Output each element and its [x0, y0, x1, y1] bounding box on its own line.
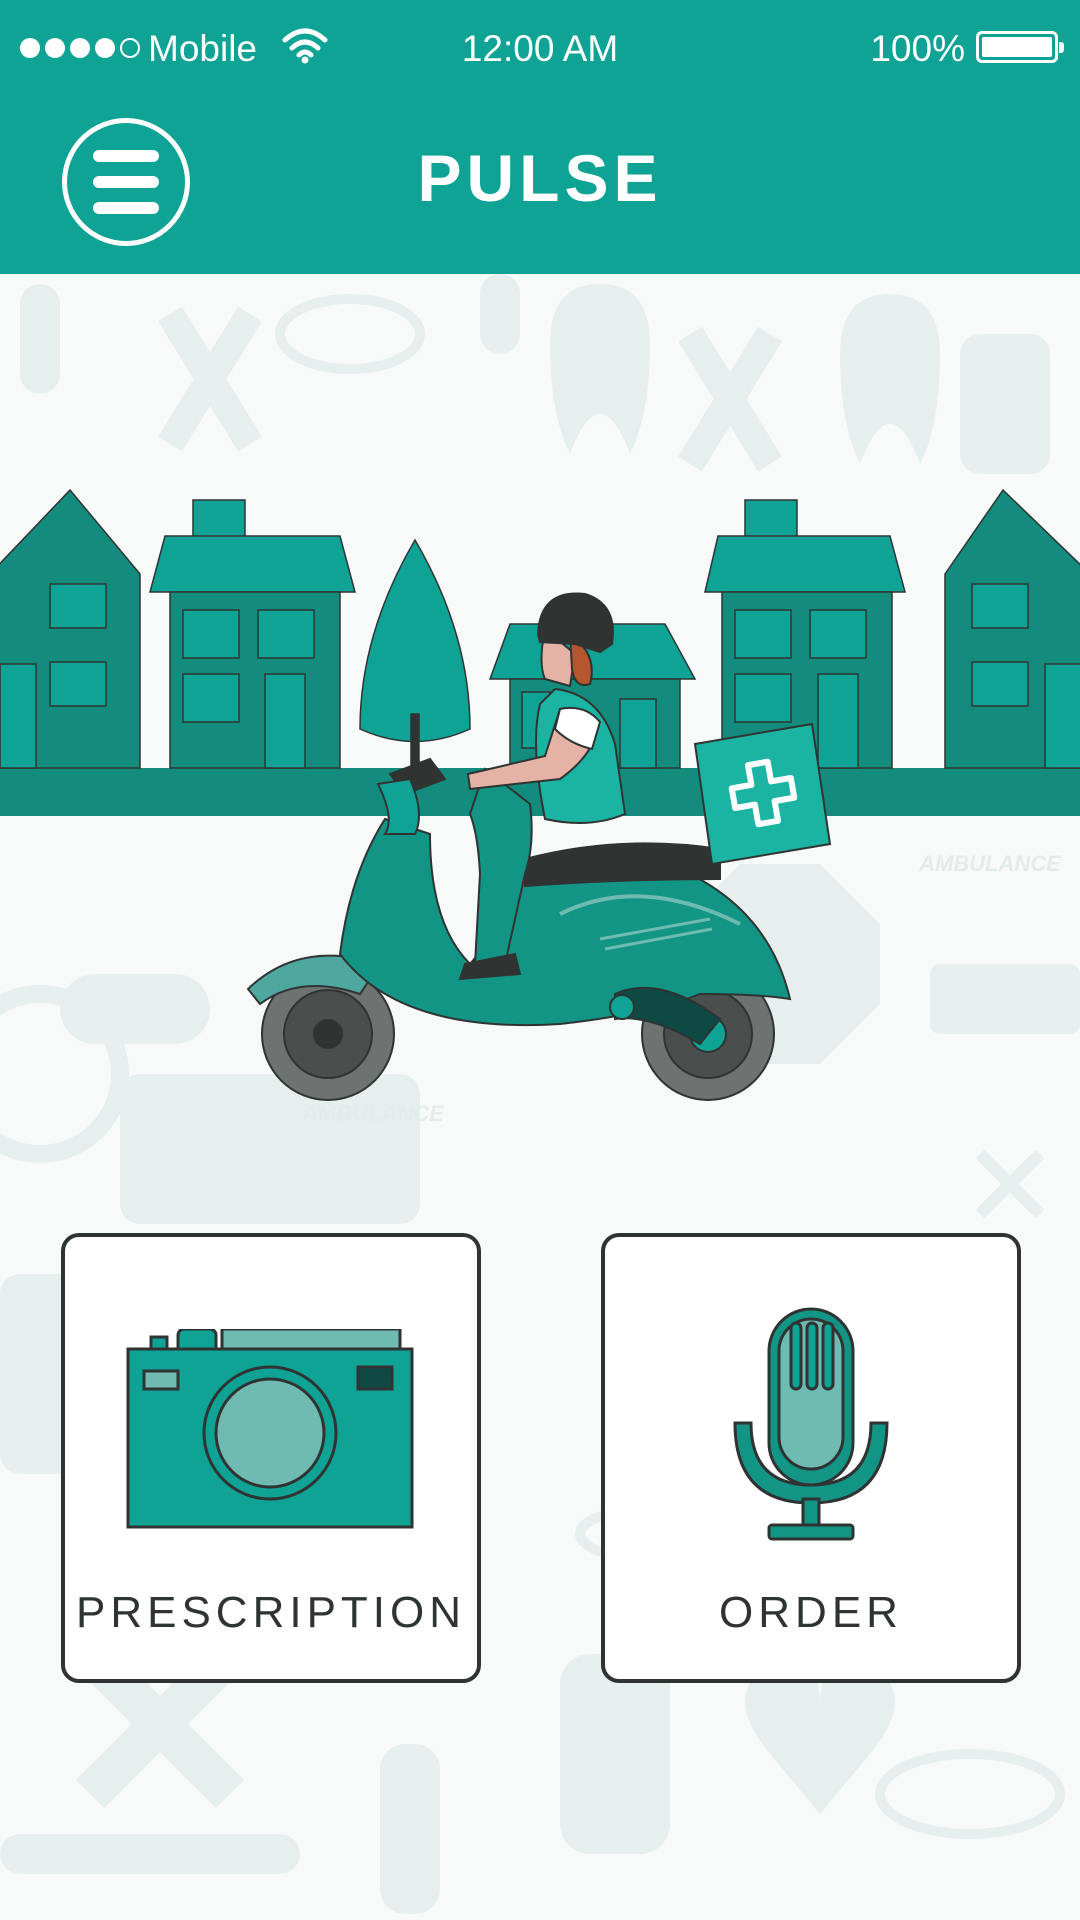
- order-card[interactable]: ORDER: [601, 1233, 1021, 1683]
- status-bar: Mobile 12:00 AM 100%: [0, 0, 1080, 100]
- house-left: [0, 488, 141, 769]
- app-title: PULSE: [417, 141, 663, 215]
- battery-percentage: 100%: [870, 28, 965, 69]
- microphone-icon: [733, 1307, 889, 1541]
- app-header: Mobile 12:00 AM 100% PULSE: [0, 0, 1080, 274]
- delivery-box: [693, 722, 832, 866]
- prescription-label: PRESCRIPTION: [75, 1588, 467, 1637]
- prescription-card[interactable]: PRESCRIPTION: [61, 1233, 481, 1683]
- ambulance-watermark-right: AMBULANCE: [918, 851, 1062, 876]
- delivery-scooter-illustration: AMBULANCE AMBULANCE: [0, 488, 1080, 1126]
- house-2: [149, 499, 356, 769]
- house-right: [944, 488, 1080, 769]
- tree: [359, 538, 471, 769]
- ambulance-watermark-left: AMBULANCE: [301, 1101, 445, 1126]
- battery-icon: [976, 31, 1064, 63]
- order-label: ORDER: [719, 1588, 903, 1637]
- camera-icon: [126, 1329, 414, 1529]
